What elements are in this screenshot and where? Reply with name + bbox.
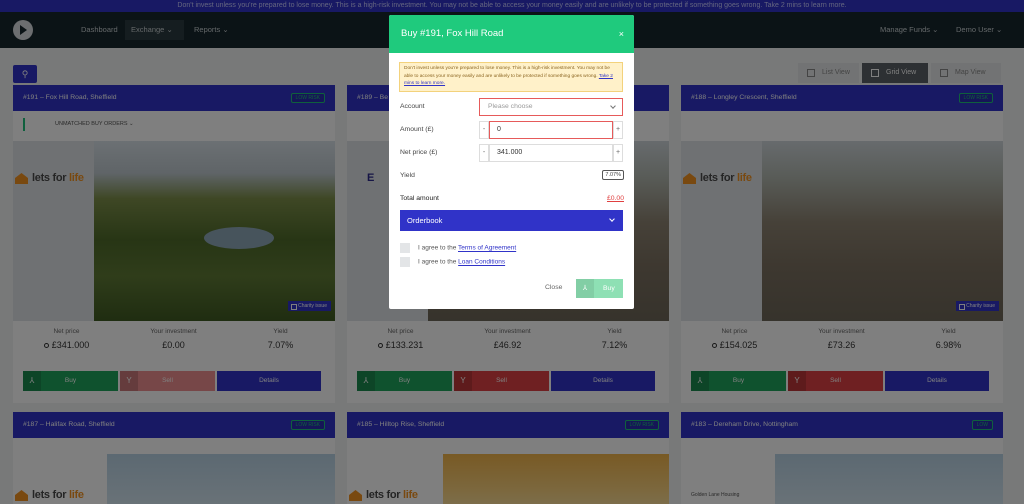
close-button[interactable]: Close: [545, 284, 562, 291]
risk-warning: Don't invest unless you're prepared to l…: [399, 62, 623, 92]
total-amount-value: £0.00: [606, 195, 624, 202]
modal-header: Buy #191, Fox Hill Road ×: [389, 15, 634, 53]
amount-decrement[interactable]: -: [479, 121, 489, 139]
amount-increment[interactable]: +: [613, 121, 623, 139]
loan-checkbox[interactable]: [400, 257, 410, 267]
net-price-input[interactable]: 341.000: [489, 144, 613, 162]
yield-label: Yield: [400, 172, 415, 179]
yield-value: 7.07%: [602, 170, 624, 180]
account-label: Account: [400, 103, 425, 110]
terms-agreement[interactable]: I agree to the Terms of Agreement: [400, 243, 516, 253]
buy-icon: ⅄: [576, 279, 594, 298]
net-price-increment[interactable]: +: [613, 144, 623, 162]
terms-link[interactable]: Terms of Agreement: [458, 245, 516, 252]
account-select[interactable]: Please choose: [479, 98, 623, 116]
total-amount-label: Total amount: [400, 195, 439, 202]
orderbook-toggle[interactable]: Orderbook: [400, 210, 623, 231]
amount-input[interactable]: 0: [489, 121, 613, 139]
loan-agreement[interactable]: I agree to the Loan Conditions: [400, 257, 505, 267]
loan-conditions-link[interactable]: Loan Conditions: [458, 259, 505, 266]
chevron-down-icon: [609, 216, 615, 222]
buy-modal: Buy #191, Fox Hill Road × Don't invest u…: [389, 15, 634, 309]
net-price-decrement[interactable]: -: [479, 144, 489, 162]
close-icon[interactable]: ×: [619, 15, 624, 53]
confirm-buy-button[interactable]: ⅄ Buy: [576, 279, 623, 298]
terms-checkbox[interactable]: [400, 243, 410, 253]
net-price-label: Net price (£): [400, 149, 438, 156]
modal-title: Buy #191, Fox Hill Road: [401, 28, 504, 39]
amount-label: Amount (£): [400, 126, 434, 133]
chevron-down-icon: [610, 103, 616, 109]
